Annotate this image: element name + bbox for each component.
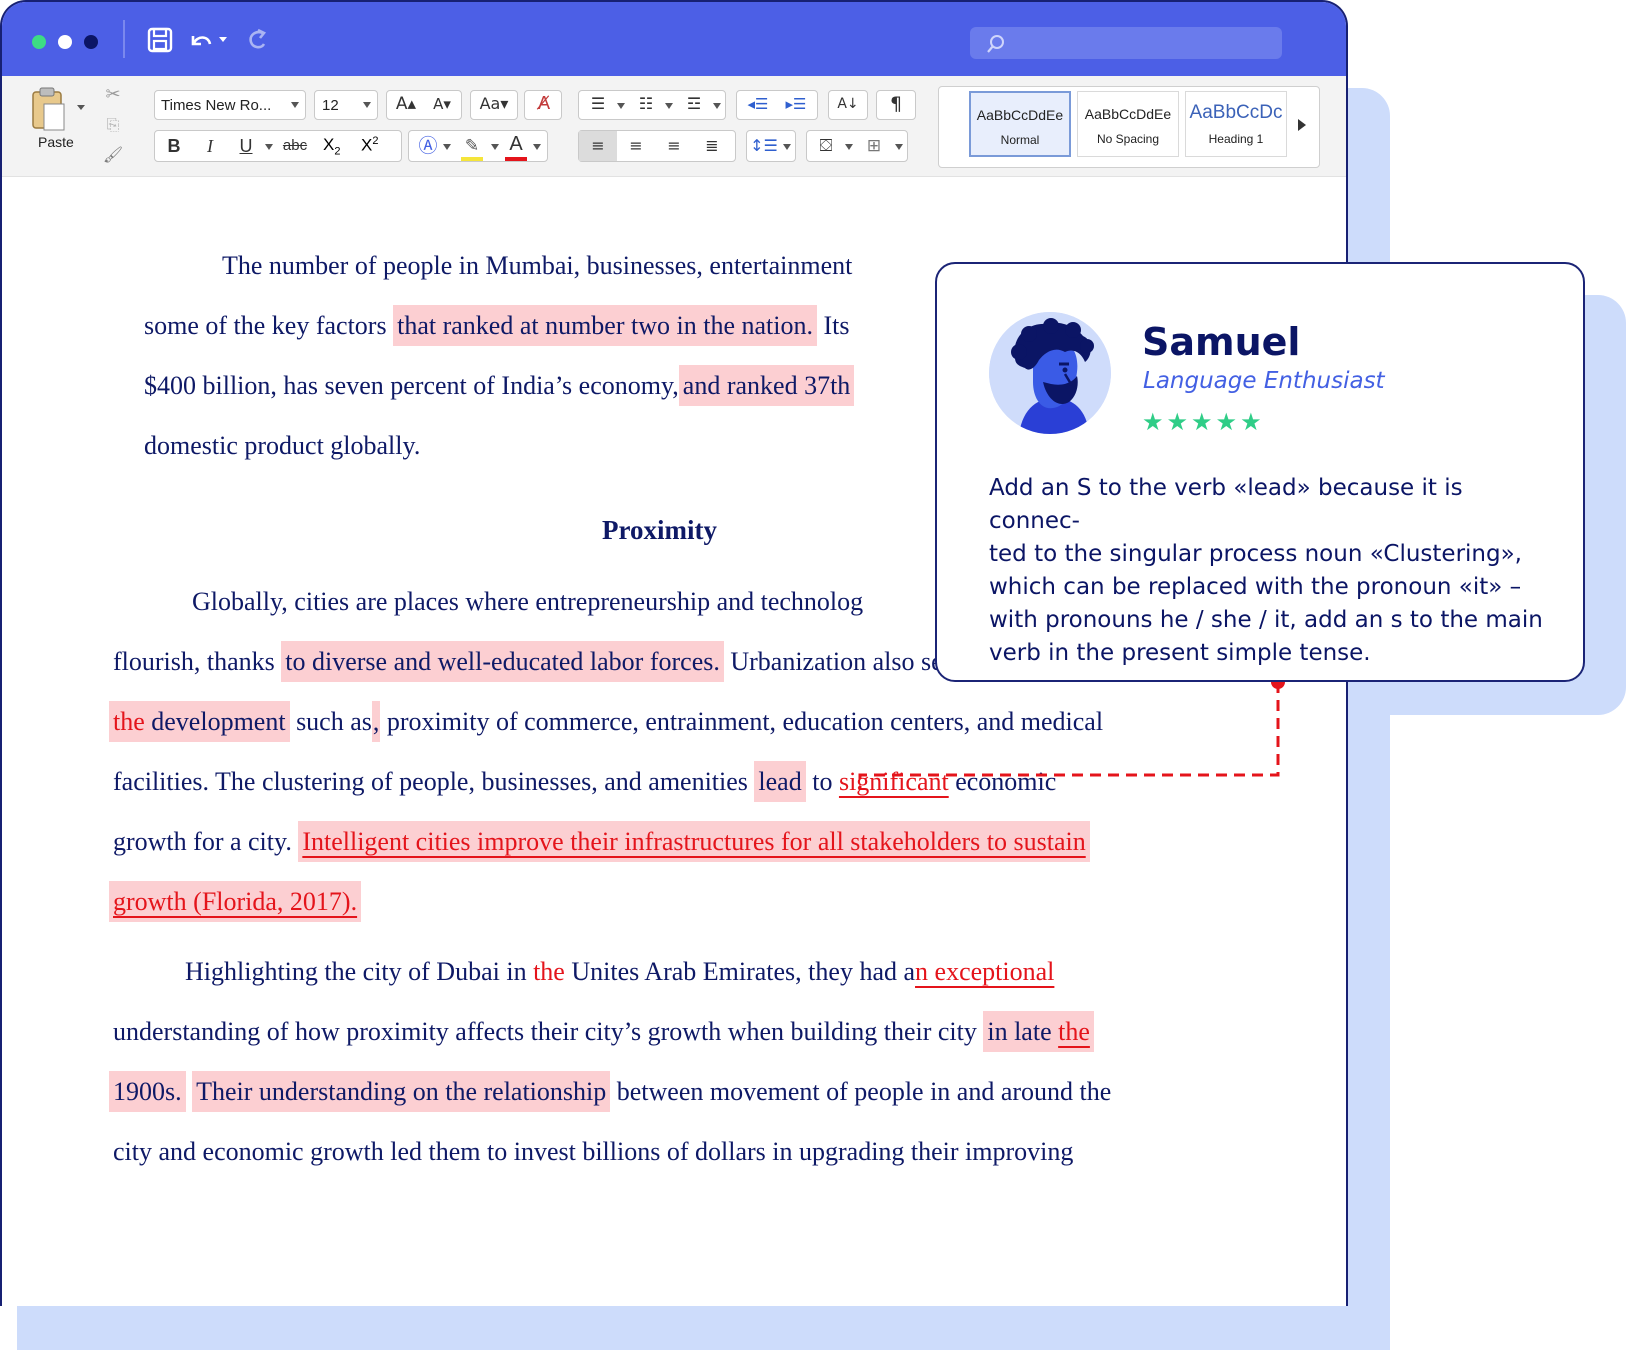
feedback-card: Samuel Language Enthusiast ★★★★★ Add an … [935,262,1585,682]
feedback-comment: Add an S to the verb «lead» because it i… [989,475,1543,666]
reviewer-name: Samuel [1142,320,1301,364]
reviewer-avatar-illustration [989,312,1111,434]
avatar [989,312,1111,434]
star-rating: ★★★★★ [1142,408,1265,436]
reviewer-role: Language Enthusiast [1143,368,1385,394]
